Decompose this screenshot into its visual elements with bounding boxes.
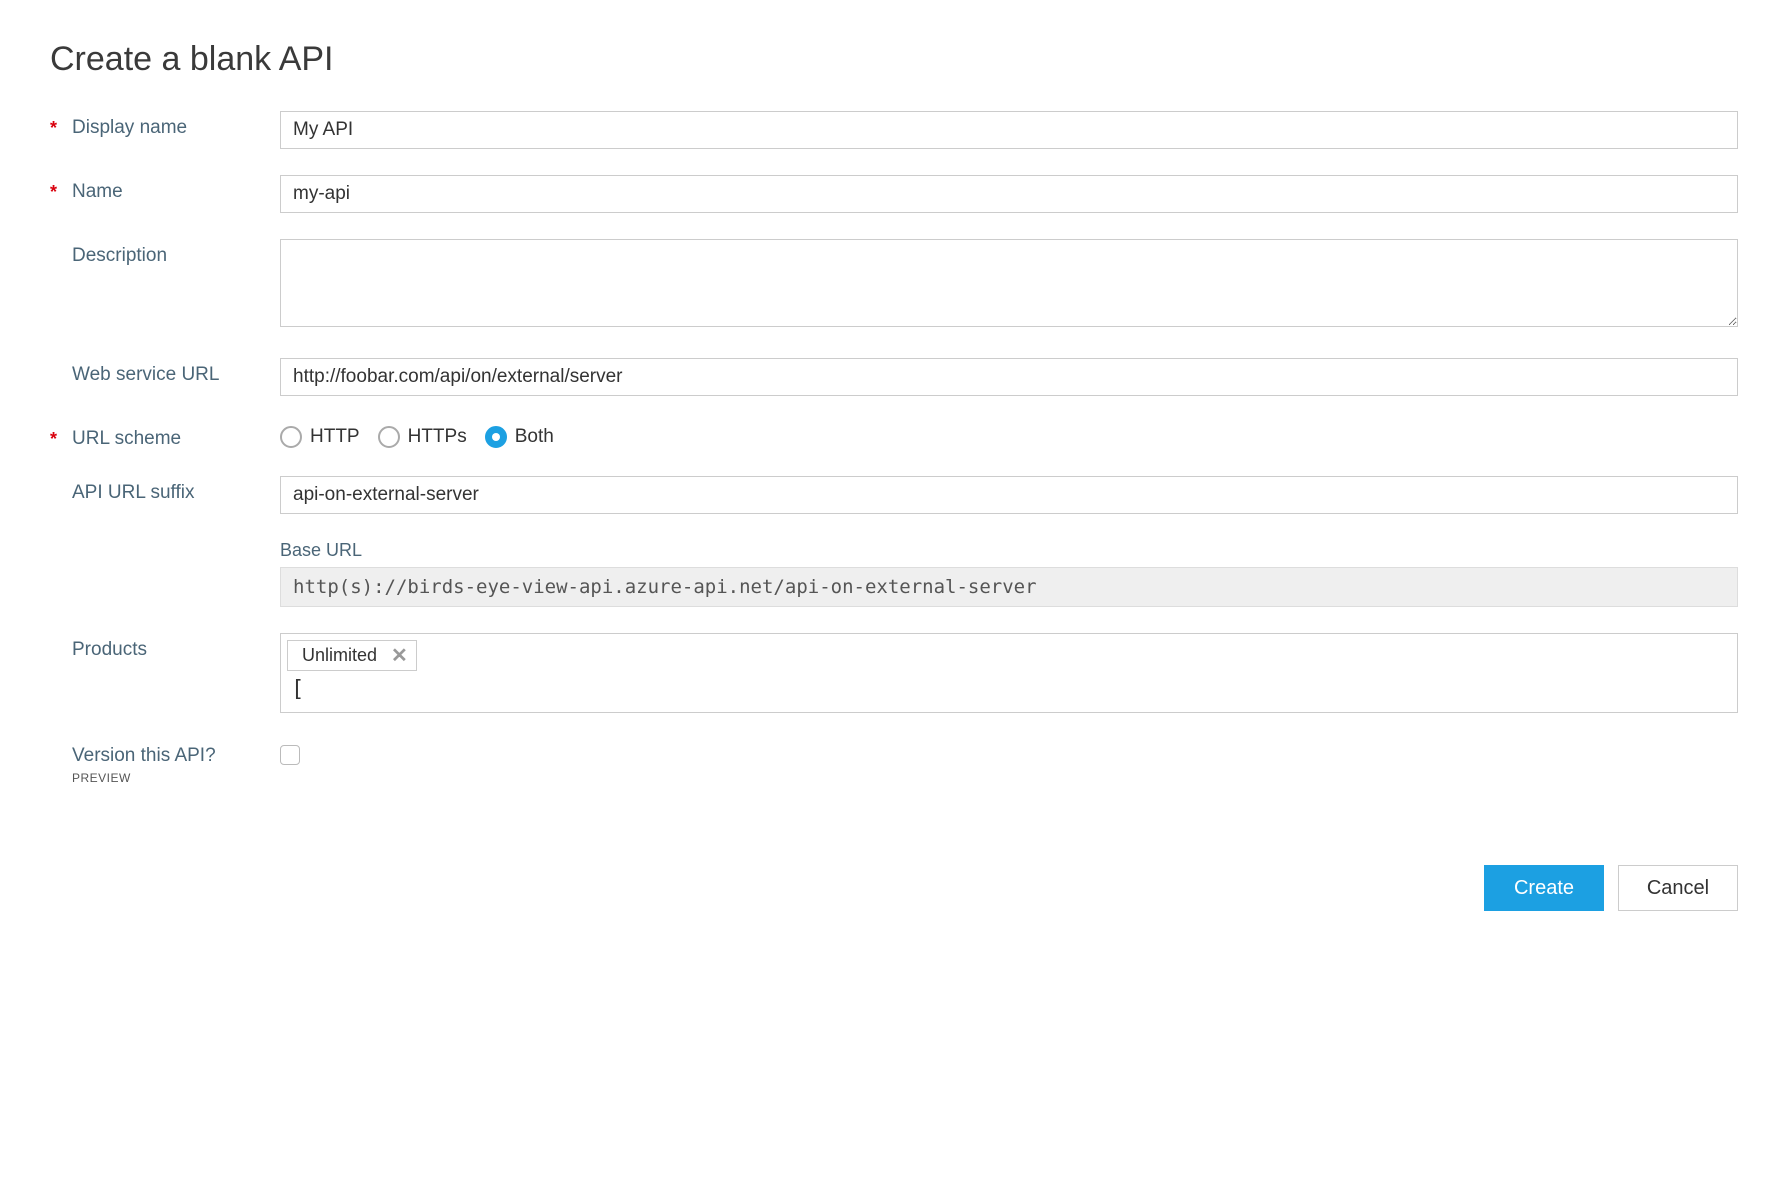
cancel-button[interactable]: Cancel bbox=[1618, 865, 1738, 911]
products-cursor-text: [ bbox=[287, 671, 1731, 702]
label-api-url-suffix: API URL suffix bbox=[72, 482, 195, 504]
description-input[interactable] bbox=[280, 239, 1738, 327]
name-input[interactable] bbox=[280, 175, 1738, 213]
base-url-readonly: http(s)://birds-eye-view-api.azure-api.n… bbox=[280, 567, 1738, 607]
radio-label-both: Both bbox=[515, 426, 554, 448]
row-name: * Name bbox=[50, 175, 1738, 213]
close-icon[interactable]: ✕ bbox=[391, 646, 408, 666]
row-api-url-suffix: API URL suffix bbox=[50, 476, 1738, 514]
row-version-api: Version this API? PREVIEW bbox=[50, 739, 1738, 785]
radio-label-https: HTTPs bbox=[408, 426, 467, 448]
row-web-service-url: Web service URL bbox=[50, 358, 1738, 396]
page-title: Create a blank API bbox=[50, 40, 1738, 79]
label-name: Name bbox=[72, 181, 123, 203]
product-tag-label: Unlimited bbox=[302, 645, 377, 666]
radio-http[interactable]: HTTP bbox=[280, 426, 360, 448]
row-products: Products Unlimited ✕ [ bbox=[50, 633, 1738, 713]
required-icon: * bbox=[50, 181, 72, 201]
preview-badge: PREVIEW bbox=[72, 771, 216, 785]
api-url-suffix-input[interactable] bbox=[280, 476, 1738, 514]
web-service-url-input[interactable] bbox=[280, 358, 1738, 396]
display-name-input[interactable] bbox=[280, 111, 1738, 149]
label-products: Products bbox=[72, 639, 147, 661]
products-input[interactable]: Unlimited ✕ [ bbox=[280, 633, 1738, 713]
required-icon: * bbox=[50, 117, 72, 137]
label-description: Description bbox=[72, 245, 167, 267]
row-description: Description bbox=[50, 239, 1738, 332]
label-display-name: Display name bbox=[72, 117, 187, 139]
row-display-name: * Display name bbox=[50, 111, 1738, 149]
radio-label-http: HTTP bbox=[310, 426, 360, 448]
label-url-scheme: URL scheme bbox=[72, 428, 181, 450]
url-scheme-radio-group: HTTP HTTPs Both bbox=[280, 422, 1738, 448]
radio-both[interactable]: Both bbox=[485, 426, 554, 448]
button-bar: Create Cancel bbox=[50, 865, 1738, 911]
product-tag: Unlimited ✕ bbox=[287, 640, 417, 671]
version-api-checkbox[interactable] bbox=[280, 745, 300, 765]
create-button[interactable]: Create bbox=[1484, 865, 1604, 911]
radio-https[interactable]: HTTPs bbox=[378, 426, 467, 448]
label-base-url: Base URL bbox=[280, 540, 1738, 561]
row-base-url: Base URL http(s)://birds-eye-view-api.az… bbox=[50, 540, 1738, 607]
radio-icon bbox=[378, 426, 400, 448]
required-icon: * bbox=[50, 428, 72, 448]
row-url-scheme: * URL scheme HTTP HTTPs Both bbox=[50, 422, 1738, 450]
radio-icon-selected bbox=[485, 426, 507, 448]
radio-icon bbox=[280, 426, 302, 448]
label-web-service-url: Web service URL bbox=[72, 364, 219, 386]
label-version-api: Version this API? bbox=[72, 745, 216, 767]
